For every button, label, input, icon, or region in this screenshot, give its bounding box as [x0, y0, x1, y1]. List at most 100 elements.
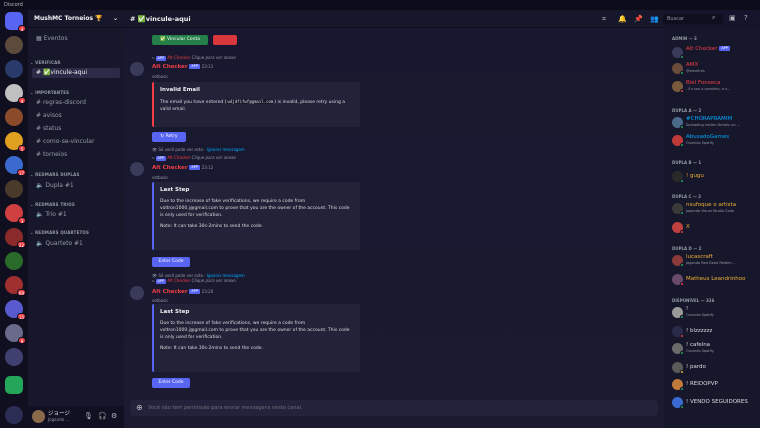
plus-icon[interactable]: ⊕ [136, 400, 143, 416]
badge: 22 [16, 241, 26, 248]
badge: 3 [18, 217, 26, 224]
chat-area: # ✅vincule-aqui ⌗ 🔔 📌 👥 ✅ Vincular Conta… [124, 10, 664, 428]
server-icon[interactable]: 69 [5, 276, 26, 296]
reply-preview[interactable]: ⤷ APP Alt Checker Clique para ver anexo [152, 155, 236, 161]
category-quartetos[interactable]: ⌄ REDMARS QUARTETOS [30, 230, 89, 235]
category-duplas[interactable]: ⌄ REDMARS DUPLAS [30, 172, 80, 177]
server-icon[interactable]: 15 [5, 300, 26, 320]
home-button[interactable]: 4 [5, 12, 26, 32]
headphones-icon[interactable]: 🎧 [98, 412, 107, 420]
channel-vincule-aqui[interactable]: # ✅vincule-aqui [32, 68, 120, 78]
message-composer[interactable]: ⊕ Você não tem permissão para enviar men… [130, 400, 658, 416]
voice-quarteto-1[interactable]: 🔈 Quarteto #1 [32, 239, 120, 249]
server-icon[interactable]: 4 [5, 84, 26, 104]
guild-header[interactable]: MushMC Torneios 🏆 ⌄ [28, 10, 124, 28]
category-label: REDMARS DUPLAS [35, 172, 80, 177]
retry-button[interactable]: ↻ Retry [152, 132, 186, 142]
channel-regras-discord[interactable]: # regras-discord [32, 98, 120, 108]
cancel-button[interactable] [213, 35, 237, 45]
member-chorapramim[interactable]: #CHORAPRAMIM Spreading smiles literally o… [672, 116, 758, 130]
inbox-icon[interactable]: ▣ [729, 14, 736, 22]
member-cafeina[interactable]: ! cafeína Ouvindo Spotify [672, 342, 758, 356]
channel-torneios[interactable]: # torneios [32, 150, 120, 160]
embed-last-step: Last Step Due to the increase of fake ve… [152, 304, 360, 372]
avatar[interactable] [130, 286, 144, 300]
category-importantes[interactable]: ⌄ IMPORTANTES [30, 90, 69, 95]
bell-icon[interactable]: 🔔 [618, 15, 627, 23]
server-icon[interactable]: 3 [5, 204, 26, 224]
channel-status[interactable]: # status [32, 124, 120, 134]
category-label: VERIFICAR [35, 60, 61, 65]
member-blzzzzzz[interactable]: ! blzzzzzz [672, 325, 758, 339]
channel-como-se-vincular[interactable]: # como-se-vincular [32, 137, 120, 147]
member-category: DUPLA B — 1 [672, 160, 702, 165]
message-subtext: setbasic [152, 74, 169, 79]
embed-note: Note: It can take 30s-2mins to send the … [160, 224, 263, 229]
pin-icon[interactable]: 📌 [634, 15, 643, 23]
member-abusadogames[interactable]: AbusadoGames Ouvindo Spotify [672, 134, 758, 148]
enter-code-button[interactable]: Enter Code [152, 378, 190, 388]
server-icon[interactable]: 17 [5, 156, 26, 176]
threads-icon[interactable]: ⌗ [602, 15, 606, 24]
avatar[interactable] [130, 162, 144, 176]
server-rail: 4 4 5 17 3 22 69 15 9 [0, 10, 28, 428]
category-label: REDMARS TRIOS [35, 202, 75, 207]
gear-icon[interactable]: ⚙ [111, 412, 117, 420]
embed-last-step: Last Step Due to the increase of fake ve… [152, 182, 360, 250]
avatar[interactable] [130, 62, 144, 76]
members-icon[interactable]: 👥 [650, 15, 659, 23]
reply-preview[interactable]: ⤷ APP Alt Checker Clique para ver anexo [152, 278, 236, 284]
microphone-icon[interactable]: 🎙 [84, 412, 93, 420]
events-link[interactable]: ▦ Eventos [32, 34, 120, 44]
server-icon[interactable]: 9 [5, 324, 26, 344]
badge: 17 [16, 169, 26, 176]
badge: 15 [16, 313, 26, 320]
member-pardo[interactable]: ! pardo [672, 361, 758, 375]
voice-trio-1[interactable]: 🔈 Trio #1 [32, 210, 120, 220]
member-biel[interactable]: Biel Fonseca - Eu sou o caminho, a v... [672, 80, 758, 94]
member-alt-checker[interactable]: Alt Checker APP [672, 46, 758, 60]
reply-preview[interactable]: ⤷ APP Alt Checker Clique para ver anexo [152, 55, 236, 61]
message-author: Alt Checker APP 23:12 [152, 165, 214, 171]
server-icon[interactable] [5, 108, 23, 126]
add-server-button[interactable] [5, 376, 23, 394]
member-category: DUPLA A — 2 [672, 108, 702, 113]
server-icon[interactable] [5, 252, 23, 270]
category-trios[interactable]: ⌄ REDMARS TRIOS [30, 202, 75, 207]
channel-header: # ✅vincule-aqui ⌗ 🔔 📌 👥 [124, 10, 664, 28]
category-verificar[interactable]: ⌄ VERIFICAR [30, 60, 61, 65]
ephemeral-note: 👁 Só você pode ver esta · Ignorar mensag… [152, 147, 245, 152]
embed-body: Due to the increase of fake verification… [160, 199, 350, 218]
voice-dupla-1[interactable]: 🔈 Dupla #1 [32, 181, 120, 191]
discover-icon[interactable] [5, 406, 23, 424]
voice-label: Quarteto #1 [45, 240, 83, 247]
server-icon[interactable]: 22 [5, 228, 26, 248]
badge: 4 [18, 25, 26, 32]
composer-placeholder: Você não tem permissão para enviar mensa… [148, 405, 303, 411]
avatar[interactable] [32, 410, 45, 423]
member-lucascraft[interactable]: lucascraft Jogando Red Dead Redem... [672, 254, 758, 268]
embed-body: Due to the increase of fake verification… [160, 321, 350, 340]
embed-note: Note: It can take 30s-2mins to send the … [160, 346, 263, 351]
member-reidopvp[interactable]: ! REIDOPVP [672, 378, 758, 392]
enter-code-button[interactable]: Enter Code [152, 257, 190, 267]
member-matheus[interactable]: Matheus Leandrinhoo [672, 273, 758, 287]
member-amx[interactable]: AMX @amxfires [672, 62, 758, 76]
dismiss-link[interactable]: Ignorar mensagem [207, 147, 245, 152]
member-x[interactable]: X [672, 221, 758, 235]
server-icon[interactable]: 5 [5, 132, 26, 152]
channel-avisos[interactable]: # avisos [32, 111, 120, 121]
server-icon[interactable] [5, 180, 23, 198]
page-title: # ✅vincule-aqui [130, 15, 191, 23]
server-icon[interactable] [5, 36, 23, 54]
server-icon[interactable] [5, 348, 23, 366]
embed-title: Invalid Email [160, 87, 200, 93]
server-icon[interactable] [5, 60, 23, 78]
member-list: ADMIN — 3 Alt Checker APP AMX @amxfires B… [664, 28, 760, 428]
member-nsufoque[interactable]: nsufoque o artista Jogando Visual Studio … [672, 202, 758, 216]
member-exclaim[interactable]: ! Ouvindo Spotify [672, 306, 758, 320]
member-gugu[interactable]: ! gugu [672, 170, 758, 184]
verify-button[interactable]: ✅ Vincular Conta [152, 35, 208, 45]
help-icon[interactable]: ? [744, 14, 748, 22]
member-vendo-seguidores[interactable]: ! VENDO SEGUIDORES [672, 396, 758, 410]
